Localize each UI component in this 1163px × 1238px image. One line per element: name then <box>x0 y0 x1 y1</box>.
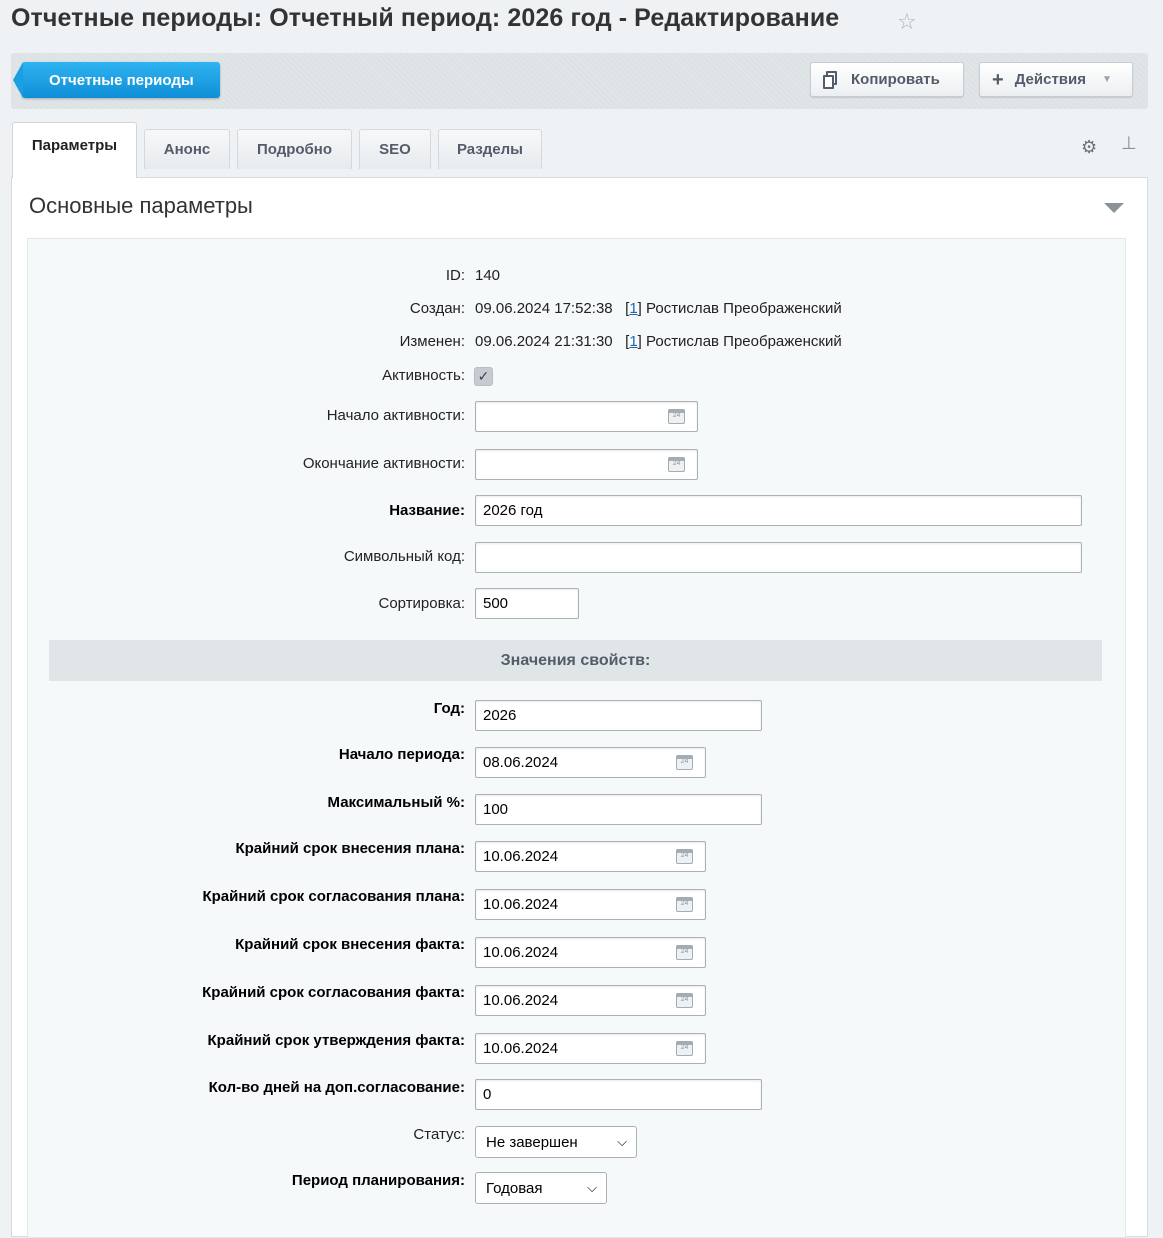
fact-approval-deadline-value: 10.06.2024 <box>483 992 559 1009</box>
extra-days-input[interactable]: 0 <box>475 1079 762 1110</box>
pin-icon[interactable]: ⊥ <box>1121 133 1137 154</box>
plan-entry-deadline-label: Крайний срок внесения плана: <box>235 840 465 857</box>
tab-seo[interactable]: SEO <box>359 129 431 169</box>
tab-label: SEO <box>379 141 411 158</box>
modified-date: 09.06.2024 21:31:30 <box>475 333 613 350</box>
gear-icon[interactable]: ⚙ <box>1081 137 1097 158</box>
section-title: Основные параметры <box>29 193 253 218</box>
back-button-label: Отчетные периоды <box>49 71 194 89</box>
fact-entry-deadline-input[interactable]: 10.06.2024 24 <box>475 937 706 968</box>
calendar-icon[interactable]: 24 <box>676 897 693 912</box>
fact-entry-deadline-label: Крайний срок внесения факта: <box>235 936 465 953</box>
fact-entry-deadline-value: 10.06.2024 <box>483 944 559 961</box>
copy-button-label: Копировать <box>851 71 940 88</box>
collapse-icon[interactable] <box>1104 203 1124 213</box>
sort-input[interactable]: 500 <box>475 588 579 619</box>
max-percent-value: 100 <box>483 801 509 818</box>
actions-button[interactable]: + Действия ▼ <box>979 62 1133 97</box>
active-from-label: Начало активности: <box>326 407 465 424</box>
name-label: Название: <box>389 502 465 519</box>
modified-value: 09.06.2024 21:31:30 [1] Ростислав Преобр… <box>475 333 842 350</box>
sort-value: 500 <box>483 595 509 612</box>
period-start-label: Начало периода: <box>338 746 465 763</box>
plan-approval-deadline-label: Крайний срок согласования плана: <box>202 888 465 905</box>
tab-label: Разделы <box>457 141 523 158</box>
planning-period-label: Период планирования: <box>291 1172 465 1189</box>
active-label: Активность: <box>382 367 465 384</box>
plus-icon: + <box>992 68 1004 91</box>
year-value: 2026 <box>483 707 517 724</box>
chevron-down-icon: ⌵ <box>587 1180 597 1195</box>
modified-label: Изменен: <box>399 333 465 350</box>
fact-confirm-deadline-input[interactable]: 10.06.2024 24 <box>475 1033 706 1064</box>
active-checkbox[interactable]: ✓ <box>474 367 493 386</box>
id-value: 140 <box>475 267 501 284</box>
max-percent-input[interactable]: 100 <box>475 794 762 825</box>
id-label: ID: <box>445 267 465 284</box>
sort-label: Сортировка: <box>378 595 466 612</box>
active-to-label: Окончание активности: <box>302 455 465 472</box>
status-select[interactable]: Не завершен ⌵ <box>475 1126 637 1158</box>
name-input[interactable]: 2026 год <box>475 495 1082 526</box>
fact-approval-deadline-input[interactable]: 10.06.2024 24 <box>475 985 706 1016</box>
modified-user-link[interactable]: 1 <box>629 333 637 350</box>
created-date: 09.06.2024 17:52:38 <box>475 300 613 317</box>
tab-parameters[interactable]: Параметры <box>12 122 137 178</box>
tab-label: Подробно <box>256 141 333 158</box>
created-label: Создан: <box>409 300 465 317</box>
year-input[interactable]: 2026 <box>475 700 762 731</box>
extra-days-value: 0 <box>483 1086 492 1103</box>
year-label: Год: <box>433 700 465 717</box>
chevron-down-icon: ▼ <box>1102 74 1112 85</box>
plan-approval-deadline-value: 10.06.2024 <box>483 896 559 913</box>
planning-period-value: Годовая <box>486 1179 543 1197</box>
calendar-icon[interactable]: 24 <box>668 457 685 472</box>
active-from-input[interactable]: 24 <box>475 401 698 432</box>
fact-approval-deadline-label: Крайний срок согласования факта: <box>202 984 465 1001</box>
calendar-icon[interactable]: 24 <box>676 849 693 864</box>
copy-icon <box>823 70 839 89</box>
tab-details[interactable]: Подробно <box>237 129 352 169</box>
star-icon[interactable]: ☆ <box>897 9 917 35</box>
calendar-icon[interactable]: 24 <box>676 755 693 770</box>
tab-label: Параметры <box>31 137 118 154</box>
plan-approval-deadline-input[interactable]: 10.06.2024 24 <box>475 889 706 920</box>
tab-announce[interactable]: Анонс <box>144 129 230 169</box>
modified-user-name: Ростислав Преображенский <box>646 333 842 350</box>
actions-button-label: Действия <box>1014 71 1087 88</box>
copy-button[interactable]: Копировать <box>810 62 964 97</box>
plan-entry-deadline-value: 10.06.2024 <box>483 848 559 865</box>
max-percent-label: Максимальный %: <box>327 794 465 811</box>
status-label: Статус: <box>413 1126 465 1143</box>
code-input[interactable] <box>475 542 1082 573</box>
code-label: Символьный код: <box>343 548 465 565</box>
period-start-input[interactable]: 08.06.2024 24 <box>475 747 706 778</box>
created-value: 09.06.2024 17:52:38 [1] Ростислав Преобр… <box>475 300 842 317</box>
period-start-value: 08.06.2024 <box>483 754 559 771</box>
planning-period-select[interactable]: Годовая ⌵ <box>475 1172 607 1204</box>
chevron-down-icon: ⌵ <box>617 1134 627 1149</box>
tab-label: Анонс <box>163 141 211 158</box>
extra-days-label: Кол-во дней на доп.согласование: <box>208 1079 465 1096</box>
back-button[interactable]: Отчетные периоды <box>13 62 220 98</box>
created-user-link[interactable]: 1 <box>629 300 637 317</box>
properties-header: Значения свойств: <box>49 640 1102 681</box>
calendar-icon[interactable]: 24 <box>676 1041 693 1056</box>
calendar-icon[interactable]: 24 <box>668 409 685 424</box>
fact-confirm-deadline-label: Крайний срок утверждения факта: <box>207 1032 465 1049</box>
plan-entry-deadline-input[interactable]: 10.06.2024 24 <box>475 841 706 872</box>
tab-sections[interactable]: Разделы <box>438 129 542 169</box>
name-value: 2026 год <box>483 502 543 519</box>
calendar-icon[interactable]: 24 <box>676 993 693 1008</box>
page-title: Отчетные периоды: Отчетный период: 2026 … <box>11 4 840 32</box>
fact-confirm-deadline-value: 10.06.2024 <box>483 1040 559 1057</box>
calendar-icon[interactable]: 24 <box>676 945 693 960</box>
created-user-name: Ростислав Преображенский <box>646 300 842 317</box>
status-value: Не завершен <box>486 1133 578 1151</box>
active-to-input[interactable]: 24 <box>475 449 698 480</box>
